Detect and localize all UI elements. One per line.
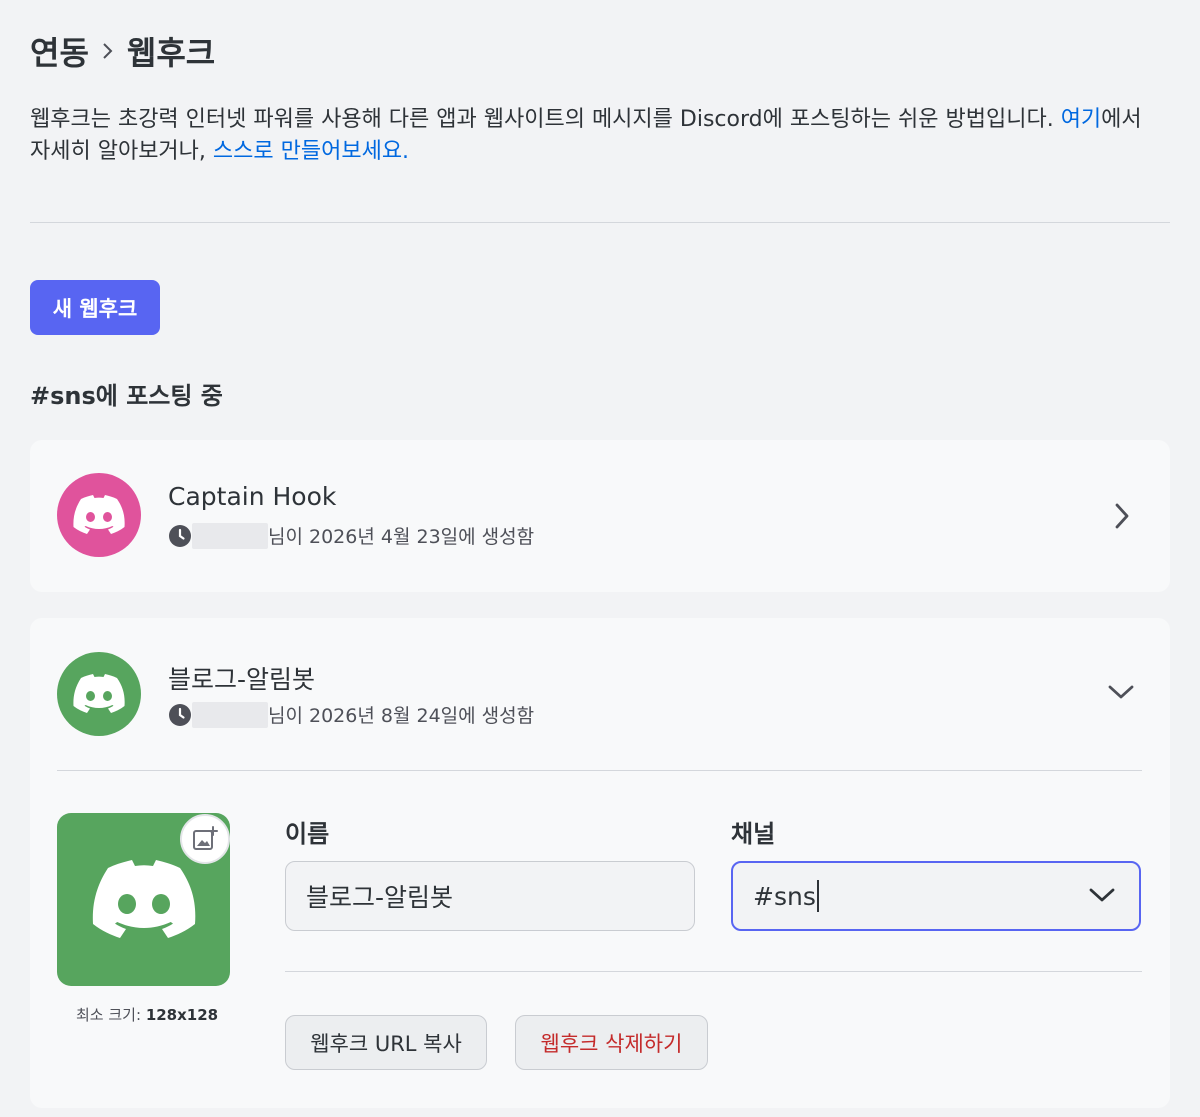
section-divider — [30, 222, 1170, 223]
upload-image-button[interactable] — [180, 814, 230, 864]
discord-icon — [92, 859, 195, 938]
min-size-value: 128x128 — [145, 1006, 219, 1024]
add-image-icon — [193, 826, 218, 850]
channel-select-value: #sns — [753, 881, 816, 911]
breadcrumb-parent[interactable]: 연동 — [30, 28, 89, 74]
learn-more-link[interactable]: 여기 — [1061, 107, 1101, 132]
chevron-right-icon — [99, 42, 117, 60]
webhook-card-blog-bot: 블로그-알림봇 님이 2026년 8월 24일에 생성함 최소 크기: 128x… — [30, 618, 1170, 1108]
name-label: 이름 — [285, 820, 330, 848]
clock-icon — [168, 524, 192, 548]
channel-select[interactable]: #sns — [731, 861, 1141, 931]
webhook-card-captain-hook[interactable]: Captain Hook 님이 2026년 4월 23일에 생성함 — [30, 440, 1170, 592]
form-divider — [285, 971, 1142, 972]
discord-icon — [73, 495, 125, 534]
chevron-down-icon[interactable] — [1087, 885, 1117, 905]
new-webhook-button[interactable]: 새 웹후크 — [30, 280, 160, 335]
build-your-own-link[interactable]: 스스로 만들어보세요. — [213, 139, 409, 164]
min-size-hint: 최소 크기: 128x128 — [76, 1004, 218, 1025]
clock-icon — [168, 703, 192, 727]
webhook-created-meta: 님이 2026년 4월 23일에 생성함 — [168, 522, 534, 549]
channel-label: 채널 — [731, 820, 776, 848]
copy-webhook-url-button[interactable]: 웹후크 URL 복사 — [285, 1015, 487, 1070]
webhook-created-text: 님이 2026년 8월 24일에 생성함 — [268, 705, 535, 727]
breadcrumb: 연동 웹후크 — [30, 28, 215, 74]
description-text: 웹후크는 초강력 인터넷 파워를 사용해 다른 앱과 웹사이트의 메시지를 Di… — [30, 107, 1061, 132]
webhook-avatar — [57, 473, 141, 557]
card-divider — [57, 770, 1142, 771]
webhook-avatar — [57, 652, 141, 736]
page-description: 웹후크는 초강력 인터넷 파워를 사용해 다른 앱과 웹사이트의 메시지를 Di… — [30, 104, 1160, 168]
webhook-name: 블로그-알림봇 — [168, 665, 316, 694]
text-cursor — [816, 880, 819, 912]
chevron-right-icon[interactable] — [1112, 502, 1132, 530]
chevron-down-icon[interactable] — [1106, 682, 1136, 702]
redacted-username — [192, 522, 268, 549]
webhook-created-text: 님이 2026년 4월 23일에 생성함 — [268, 526, 535, 548]
webhook-name: Captain Hook — [168, 482, 337, 511]
redacted-username — [192, 701, 268, 728]
webhook-created-meta: 님이 2026년 8월 24일에 생성함 — [168, 701, 534, 728]
discord-icon — [73, 674, 125, 713]
breadcrumb-current: 웹후크 — [126, 34, 216, 72]
name-input[interactable] — [285, 861, 695, 931]
posting-channel-heading: #sns에 포스팅 중 — [30, 382, 223, 410]
min-size-label: 최소 크기: — [76, 1006, 142, 1024]
delete-webhook-button[interactable]: 웹후크 삭제하기 — [515, 1015, 708, 1070]
